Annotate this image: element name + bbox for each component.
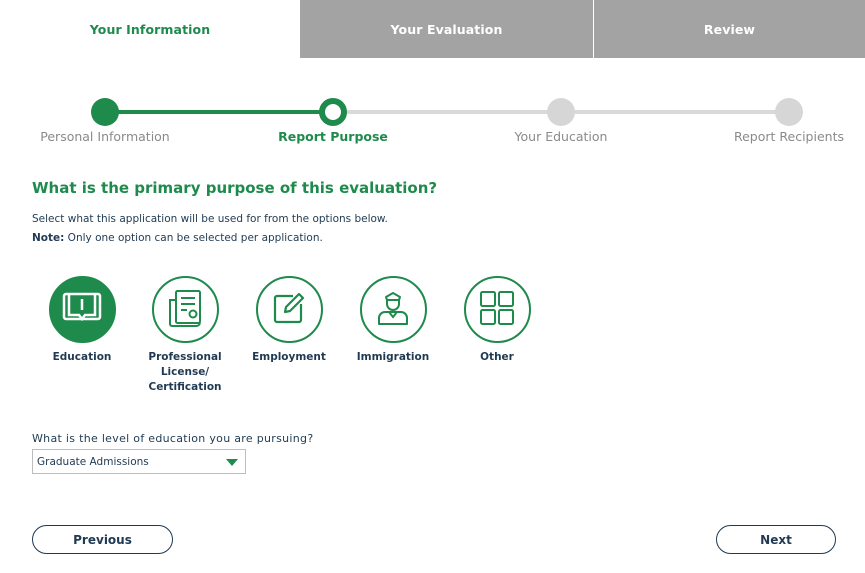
step-label-report-recipients: Report Recipients: [733, 129, 845, 144]
option-employment[interactable]: Employment: [229, 276, 349, 365]
previous-button[interactable]: Previous: [32, 525, 173, 554]
option-professional-license[interactable]: Professional License/ Certification: [125, 276, 245, 395]
option-professional-license-label: Professional License/ Certification: [148, 351, 222, 393]
step-dot-report-purpose: [319, 98, 347, 126]
option-employment-label: Employment: [252, 351, 326, 363]
step-dot-your-education: [547, 98, 575, 126]
chevron-down-icon[interactable]: [226, 459, 238, 466]
tab-your-evaluation[interactable]: Your Evaluation: [300, 0, 594, 58]
grid-icon: [479, 290, 515, 330]
option-employment-circle[interactable]: [255, 276, 323, 343]
certificate-icon: [166, 288, 204, 332]
step-label-personal-information: Personal Information: [40, 129, 170, 144]
education-level-question: What is the level of education you are p…: [32, 432, 314, 445]
step-dot-report-recipients: [775, 98, 803, 126]
education-level-select[interactable]: Graduate Admissions: [32, 449, 246, 474]
instruction-text: Select what this application will be use…: [32, 213, 388, 225]
tab-review[interactable]: Review: [594, 0, 865, 58]
note-text: Note: Only one option can be selected pe…: [32, 232, 323, 244]
step-label-report-purpose: Report Purpose: [278, 129, 388, 144]
note-label: Note:: [32, 232, 65, 244]
progress-stepper: Personal Information Report Purpose Your…: [0, 96, 865, 156]
book-icon: [62, 291, 102, 329]
option-other-circle[interactable]: [463, 276, 531, 343]
page-title: What is the primary purpose of this eval…: [32, 179, 438, 197]
option-education[interactable]: Education: [22, 276, 142, 365]
option-professional-license-circle[interactable]: [151, 276, 219, 343]
option-other-label: Other: [480, 351, 514, 363]
step-dot-personal-information: [91, 98, 119, 126]
tab-your-information[interactable]: Your Information: [0, 0, 300, 58]
step-label-your-education: Your Education: [514, 129, 608, 144]
officer-icon: [374, 289, 412, 331]
education-level-value: Graduate Admissions: [37, 455, 149, 468]
top-tabs: Your Information Your Evaluation Review: [0, 0, 865, 58]
next-button[interactable]: Next: [716, 525, 836, 554]
option-immigration-circle[interactable]: [359, 276, 427, 343]
stepper-track-completed: [105, 110, 333, 114]
option-immigration[interactable]: Immigration: [333, 276, 453, 365]
option-education-circle[interactable]: [48, 276, 116, 343]
option-education-label: Education: [52, 351, 112, 363]
option-immigration-label: Immigration: [356, 351, 430, 363]
edit-icon: [271, 290, 307, 330]
note-body: Only one option can be selected per appl…: [64, 232, 323, 244]
option-other[interactable]: Other: [437, 276, 557, 365]
